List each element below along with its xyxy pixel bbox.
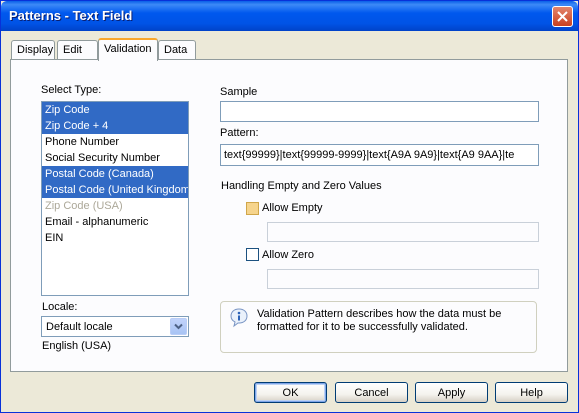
list-item[interactable]: Zip Code (USA) (42, 198, 188, 214)
tab-data[interactable]: Data (158, 40, 196, 60)
select-type-label: Select Type: (41, 84, 102, 96)
list-item[interactable]: Zip Code + 4 (42, 118, 188, 134)
apply-button-label: Apply (437, 386, 466, 399)
allow-zero-value-input[interactable] (267, 269, 539, 289)
locale-resolved-text: English (USA) (42, 340, 112, 352)
info-icon (230, 308, 248, 331)
list-item[interactable]: Postal Code (Canada) (42, 166, 188, 182)
cancel-button[interactable]: Cancel (335, 382, 408, 403)
list-item[interactable]: Postal Code (United Kingdom) (42, 182, 188, 198)
title-bar[interactable]: Patterns - Text Field (1, 1, 578, 31)
list-item[interactable]: Social Security Number (42, 150, 188, 166)
locale-select-value: Default locale (46, 321, 113, 333)
list-item[interactable]: Phone Number (42, 134, 188, 150)
window-title: Patterns - Text Field (9, 8, 133, 23)
select-type-list[interactable]: Zip Code Zip Code + 4 Phone Number Socia… (41, 101, 189, 296)
pattern-input[interactable]: text{99999}|text{99999-9999}|text{A9A 9A… (220, 144, 539, 166)
tab-display-label: Display (17, 44, 54, 56)
allow-empty-value-input[interactable] (267, 222, 539, 242)
tab-data-label: Data (164, 44, 188, 56)
tab-edit-label: Edit (63, 44, 82, 56)
allow-zero-checkbox[interactable] (246, 248, 259, 261)
list-item[interactable]: Email - alphanumeric (42, 214, 188, 230)
sample-input[interactable] (220, 101, 539, 122)
allow-empty-label[interactable]: Allow Empty (262, 202, 323, 214)
sample-label: Sample (220, 86, 258, 98)
ok-button-label: OK (282, 386, 299, 399)
ok-button[interactable]: OK (254, 382, 327, 403)
pattern-label: Pattern: (220, 127, 259, 139)
help-button[interactable]: Help (495, 382, 568, 403)
empty-zero-heading: Handling Empty and Zero Values (221, 180, 382, 192)
dialog-window: Patterns - Text Field Display Edit Valid… (0, 0, 579, 413)
chevron-down-icon (174, 321, 183, 333)
apply-button[interactable]: Apply (415, 382, 488, 403)
pattern-input-value: text{99999}|text{99999-9999}|text{A9A 9A… (224, 149, 515, 161)
tab-edit[interactable]: Edit (57, 40, 98, 60)
locale-dropdown-button[interactable] (170, 318, 187, 335)
tab-validation[interactable]: Validation (98, 38, 158, 61)
cancel-button-label: Cancel (354, 386, 389, 399)
list-item[interactable]: EIN (42, 230, 188, 246)
info-text: Validation Pattern describes how the dat… (257, 308, 502, 333)
close-button[interactable] (552, 6, 573, 27)
close-icon (557, 11, 568, 22)
locale-label: Locale: (42, 301, 78, 313)
list-item[interactable]: Zip Code (42, 102, 188, 118)
help-button-label: Help (520, 386, 543, 399)
info-box: Validation Pattern describes how the dat… (220, 301, 537, 353)
tab-validation-label: Validation (104, 43, 152, 55)
locale-select[interactable]: Default locale (41, 316, 189, 337)
allow-empty-checkbox[interactable] (246, 202, 259, 215)
allow-zero-label[interactable]: Allow Zero (262, 249, 314, 261)
tab-display[interactable]: Display (11, 40, 55, 60)
